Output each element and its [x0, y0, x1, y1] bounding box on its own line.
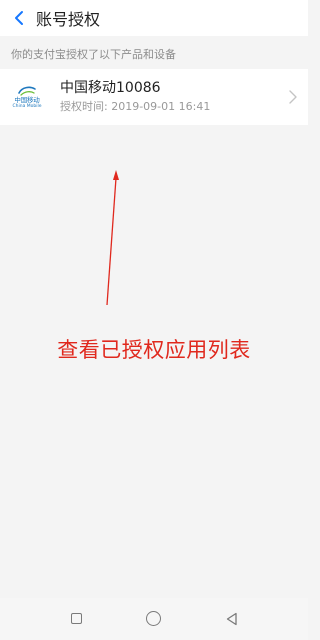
system-nav-bar [0, 598, 308, 640]
china-mobile-logo: 中国移动 China Mobile [10, 80, 44, 114]
back-button[interactable] [0, 0, 34, 36]
logo-text-cn: 中国移动 [14, 96, 40, 104]
screen: 账号授权 你的支付宝授权了以下产品和设备 中国移动 China Mobile 中… [0, 0, 308, 640]
authorized-app-row[interactable]: 中国移动 China Mobile 中国移动10086 授权时间: 2019-0… [0, 69, 308, 125]
section-note: 你的支付宝授权了以下产品和设备 [11, 48, 176, 61]
app-info: 中国移动10086 授权时间: 2019-09-01 16:41 [60, 79, 210, 115]
logo-text-en: China Mobile [12, 104, 42, 109]
chevron-left-icon [15, 11, 23, 25]
page-title: 账号授权 [36, 10, 101, 29]
back-icon[interactable] [225, 612, 239, 626]
app-name: 中国移动10086 [60, 80, 161, 96]
header-bar: 账号授权 [0, 0, 308, 36]
auth-time: 授权时间: 2019-09-01 16:41 [60, 100, 211, 113]
annotation-text: 查看已授权应用列表 [57, 338, 251, 362]
recent-apps-icon[interactable] [71, 613, 82, 624]
home-icon[interactable] [146, 611, 161, 626]
chevron-right-icon [289, 90, 297, 104]
